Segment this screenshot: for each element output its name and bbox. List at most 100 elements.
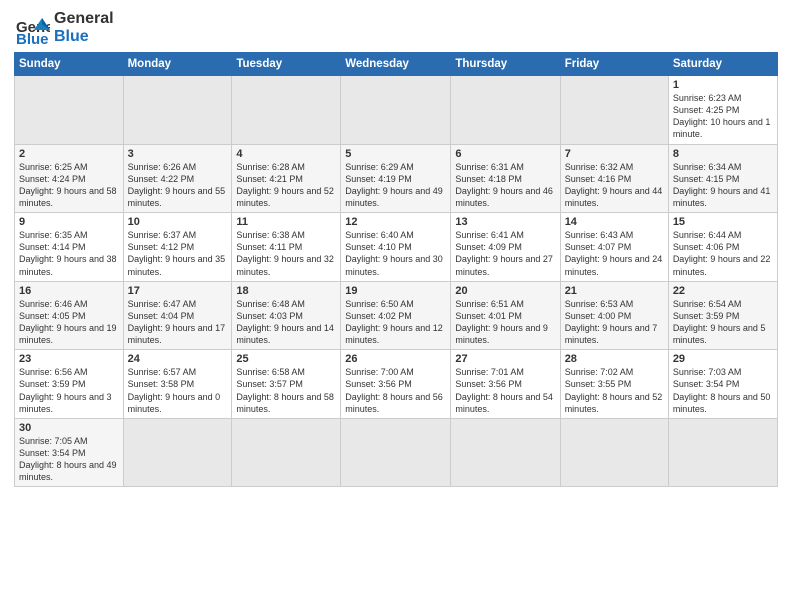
weekday-header-sunday: Sunday bbox=[15, 53, 124, 76]
day-number: 15 bbox=[673, 216, 773, 228]
calendar-cell: 30Sunrise: 7:05 AM Sunset: 3:54 PM Dayli… bbox=[15, 418, 124, 487]
weekday-header-tuesday: Tuesday bbox=[232, 53, 341, 76]
calendar-cell bbox=[341, 76, 451, 145]
calendar-cell: 3Sunrise: 6:26 AM Sunset: 4:22 PM Daylig… bbox=[123, 144, 232, 213]
calendar-cell: 8Sunrise: 6:34 AM Sunset: 4:15 PM Daylig… bbox=[668, 144, 777, 213]
calendar-cell: 9Sunrise: 6:35 AM Sunset: 4:14 PM Daylig… bbox=[15, 213, 124, 282]
day-number: 12 bbox=[345, 216, 446, 228]
day-number: 5 bbox=[345, 148, 446, 160]
calendar-header-row: SundayMondayTuesdayWednesdayThursdayFrid… bbox=[15, 53, 778, 76]
calendar-cell: 6Sunrise: 6:31 AM Sunset: 4:18 PM Daylig… bbox=[451, 144, 560, 213]
calendar-cell bbox=[123, 76, 232, 145]
calendar-week-row: 30Sunrise: 7:05 AM Sunset: 3:54 PM Dayli… bbox=[15, 418, 778, 487]
page: General Blue General Blue SundayMondayTu… bbox=[0, 0, 792, 612]
day-info: Sunrise: 6:40 AM Sunset: 4:10 PM Dayligh… bbox=[345, 229, 446, 278]
day-number: 18 bbox=[236, 285, 336, 297]
calendar-cell: 1Sunrise: 6:23 AM Sunset: 4:25 PM Daylig… bbox=[668, 76, 777, 145]
day-number: 10 bbox=[128, 216, 228, 228]
day-number: 9 bbox=[19, 216, 119, 228]
calendar-cell: 11Sunrise: 6:38 AM Sunset: 4:11 PM Dayli… bbox=[232, 213, 341, 282]
calendar-cell bbox=[15, 76, 124, 145]
day-info: Sunrise: 6:56 AM Sunset: 3:59 PM Dayligh… bbox=[19, 366, 119, 415]
calendar-cell bbox=[341, 418, 451, 487]
day-number: 27 bbox=[455, 353, 555, 365]
day-info: Sunrise: 6:41 AM Sunset: 4:09 PM Dayligh… bbox=[455, 229, 555, 278]
calendar-cell: 7Sunrise: 6:32 AM Sunset: 4:16 PM Daylig… bbox=[560, 144, 668, 213]
day-info: Sunrise: 6:54 AM Sunset: 3:59 PM Dayligh… bbox=[673, 298, 773, 347]
calendar-week-row: 2Sunrise: 6:25 AM Sunset: 4:24 PM Daylig… bbox=[15, 144, 778, 213]
weekday-header-friday: Friday bbox=[560, 53, 668, 76]
day-info: Sunrise: 7:02 AM Sunset: 3:55 PM Dayligh… bbox=[565, 366, 664, 415]
day-info: Sunrise: 7:05 AM Sunset: 3:54 PM Dayligh… bbox=[19, 435, 119, 484]
calendar-cell: 29Sunrise: 7:03 AM Sunset: 3:54 PM Dayli… bbox=[668, 350, 777, 419]
weekday-header-wednesday: Wednesday bbox=[341, 53, 451, 76]
calendar-cell bbox=[560, 418, 668, 487]
calendar-cell bbox=[232, 76, 341, 145]
weekday-header-monday: Monday bbox=[123, 53, 232, 76]
day-number: 20 bbox=[455, 285, 555, 297]
calendar-cell bbox=[451, 76, 560, 145]
calendar-cell: 22Sunrise: 6:54 AM Sunset: 3:59 PM Dayli… bbox=[668, 281, 777, 350]
calendar-cell: 25Sunrise: 6:58 AM Sunset: 3:57 PM Dayli… bbox=[232, 350, 341, 419]
day-info: Sunrise: 6:32 AM Sunset: 4:16 PM Dayligh… bbox=[565, 161, 664, 210]
calendar-week-row: 16Sunrise: 6:46 AM Sunset: 4:05 PM Dayli… bbox=[15, 281, 778, 350]
day-info: Sunrise: 6:34 AM Sunset: 4:15 PM Dayligh… bbox=[673, 161, 773, 210]
calendar-cell bbox=[232, 418, 341, 487]
day-number: 25 bbox=[236, 353, 336, 365]
logo-icon: General Blue bbox=[14, 10, 50, 46]
calendar-cell: 2Sunrise: 6:25 AM Sunset: 4:24 PM Daylig… bbox=[15, 144, 124, 213]
day-number: 29 bbox=[673, 353, 773, 365]
calendar-cell: 10Sunrise: 6:37 AM Sunset: 4:12 PM Dayli… bbox=[123, 213, 232, 282]
day-info: Sunrise: 7:00 AM Sunset: 3:56 PM Dayligh… bbox=[345, 366, 446, 415]
day-number: 13 bbox=[455, 216, 555, 228]
day-number: 3 bbox=[128, 148, 228, 160]
calendar-cell: 13Sunrise: 6:41 AM Sunset: 4:09 PM Dayli… bbox=[451, 213, 560, 282]
day-number: 21 bbox=[565, 285, 664, 297]
day-number: 1 bbox=[673, 79, 773, 91]
day-info: Sunrise: 6:44 AM Sunset: 4:06 PM Dayligh… bbox=[673, 229, 773, 278]
calendar-cell: 26Sunrise: 7:00 AM Sunset: 3:56 PM Dayli… bbox=[341, 350, 451, 419]
day-number: 14 bbox=[565, 216, 664, 228]
day-info: Sunrise: 6:57 AM Sunset: 3:58 PM Dayligh… bbox=[128, 366, 228, 415]
calendar-cell bbox=[451, 418, 560, 487]
svg-text:Blue: Blue bbox=[16, 31, 49, 46]
calendar-cell bbox=[668, 418, 777, 487]
calendar-cell bbox=[123, 418, 232, 487]
day-info: Sunrise: 6:31 AM Sunset: 4:18 PM Dayligh… bbox=[455, 161, 555, 210]
day-info: Sunrise: 6:35 AM Sunset: 4:14 PM Dayligh… bbox=[19, 229, 119, 278]
day-number: 6 bbox=[455, 148, 555, 160]
day-info: Sunrise: 6:23 AM Sunset: 4:25 PM Dayligh… bbox=[673, 92, 773, 141]
day-info: Sunrise: 7:01 AM Sunset: 3:56 PM Dayligh… bbox=[455, 366, 555, 415]
calendar-table: SundayMondayTuesdayWednesdayThursdayFrid… bbox=[14, 52, 778, 487]
calendar-cell: 15Sunrise: 6:44 AM Sunset: 4:06 PM Dayli… bbox=[668, 213, 777, 282]
calendar-cell bbox=[560, 76, 668, 145]
day-info: Sunrise: 6:50 AM Sunset: 4:02 PM Dayligh… bbox=[345, 298, 446, 347]
calendar-cell: 28Sunrise: 7:02 AM Sunset: 3:55 PM Dayli… bbox=[560, 350, 668, 419]
calendar-week-row: 1Sunrise: 6:23 AM Sunset: 4:25 PM Daylig… bbox=[15, 76, 778, 145]
logo: General Blue General Blue bbox=[14, 10, 114, 46]
day-number: 22 bbox=[673, 285, 773, 297]
day-number: 2 bbox=[19, 148, 119, 160]
day-info: Sunrise: 6:47 AM Sunset: 4:04 PM Dayligh… bbox=[128, 298, 228, 347]
header: General Blue General Blue bbox=[14, 10, 778, 46]
calendar-cell: 24Sunrise: 6:57 AM Sunset: 3:58 PM Dayli… bbox=[123, 350, 232, 419]
day-info: Sunrise: 6:38 AM Sunset: 4:11 PM Dayligh… bbox=[236, 229, 336, 278]
day-info: Sunrise: 6:43 AM Sunset: 4:07 PM Dayligh… bbox=[565, 229, 664, 278]
weekday-header-thursday: Thursday bbox=[451, 53, 560, 76]
calendar-cell: 12Sunrise: 6:40 AM Sunset: 4:10 PM Dayli… bbox=[341, 213, 451, 282]
day-info: Sunrise: 6:51 AM Sunset: 4:01 PM Dayligh… bbox=[455, 298, 555, 347]
day-number: 8 bbox=[673, 148, 773, 160]
day-number: 24 bbox=[128, 353, 228, 365]
calendar-cell: 20Sunrise: 6:51 AM Sunset: 4:01 PM Dayli… bbox=[451, 281, 560, 350]
day-number: 4 bbox=[236, 148, 336, 160]
day-info: Sunrise: 6:29 AM Sunset: 4:19 PM Dayligh… bbox=[345, 161, 446, 210]
logo-blue: Blue bbox=[54, 28, 114, 46]
calendar-cell: 18Sunrise: 6:48 AM Sunset: 4:03 PM Dayli… bbox=[232, 281, 341, 350]
day-info: Sunrise: 7:03 AM Sunset: 3:54 PM Dayligh… bbox=[673, 366, 773, 415]
calendar-cell: 14Sunrise: 6:43 AM Sunset: 4:07 PM Dayli… bbox=[560, 213, 668, 282]
day-number: 17 bbox=[128, 285, 228, 297]
day-info: Sunrise: 6:25 AM Sunset: 4:24 PM Dayligh… bbox=[19, 161, 119, 210]
calendar-cell: 23Sunrise: 6:56 AM Sunset: 3:59 PM Dayli… bbox=[15, 350, 124, 419]
calendar-cell: 19Sunrise: 6:50 AM Sunset: 4:02 PM Dayli… bbox=[341, 281, 451, 350]
calendar-cell: 17Sunrise: 6:47 AM Sunset: 4:04 PM Dayli… bbox=[123, 281, 232, 350]
